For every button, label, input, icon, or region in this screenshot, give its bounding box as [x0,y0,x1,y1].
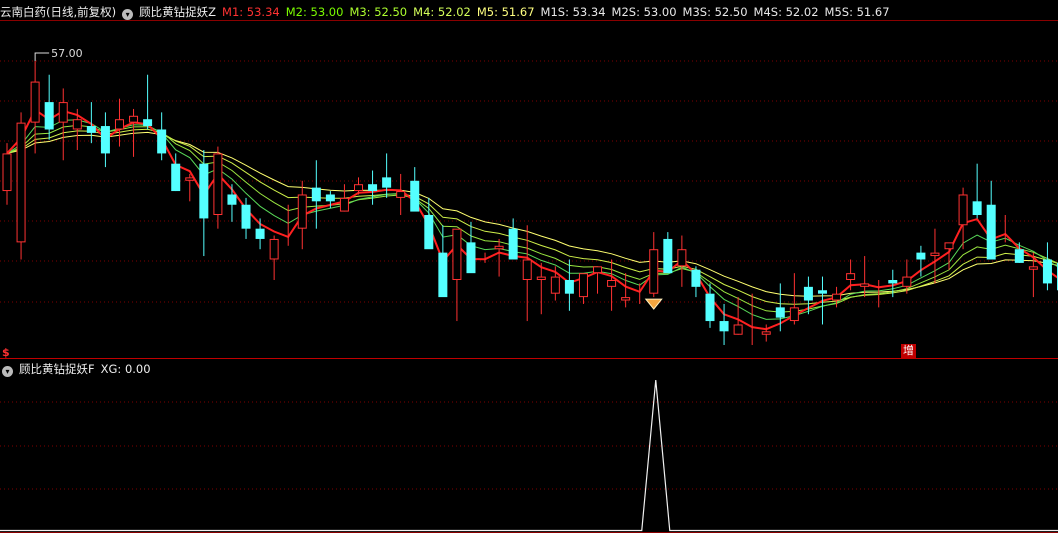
candle-body [241,204,251,229]
candle-body [213,153,223,215]
candle-body [536,276,546,281]
candle-body [86,126,96,133]
candle-body [705,293,715,322]
candle-body [1042,259,1052,284]
candle-body [114,119,124,130]
candle-body [424,215,434,250]
candle-body [621,297,631,301]
candle-body [1028,266,1038,270]
high-label: 57.00 [51,47,82,60]
candle-body [832,293,842,301]
candle-body [522,259,532,281]
candle-body [452,228,462,280]
candle-body [761,331,771,335]
candle-body [944,242,954,250]
candle-body [143,119,153,127]
candle-body [593,266,603,274]
candle-body [325,194,335,202]
candle-body [1014,249,1024,263]
candle-body [297,194,307,229]
ema-line-13 [6,128,1058,305]
ema-line-18 [6,131,1058,297]
candle-body [719,321,729,332]
candle-body [803,286,813,301]
candle-body [916,252,926,260]
candle-body [902,276,912,287]
candle-body [339,197,349,212]
candle-body [227,194,237,205]
candle-body [846,273,856,281]
candle-body [733,324,743,335]
candle-body [157,129,167,154]
candle-body [972,201,982,215]
candle-body [817,290,827,294]
candle-body [44,102,54,130]
candle-body [129,115,139,123]
candle-body [199,163,209,219]
candle-body [354,184,363,192]
candle-body [649,249,659,294]
candle-body [564,280,574,294]
candle-body [691,269,701,287]
candle-body [494,245,504,250]
candle-body [578,273,588,298]
candle-body [58,102,68,123]
candle-body [888,280,898,284]
kline-chart[interactable]: 57.0049.00 [0,0,1058,533]
candle-body [550,276,560,294]
candle-body [775,307,785,318]
candle-body [958,194,968,226]
candle-body [860,283,870,287]
candle-body [255,228,265,239]
candle-body [789,307,799,322]
candle-body [185,177,195,181]
diamond-mark [644,298,663,310]
candle-body [508,228,518,260]
candle-body [466,242,476,274]
high-pointer [34,52,50,62]
candle-body [986,204,996,260]
candle-body [438,252,448,298]
candle-body [269,238,279,260]
candle-body [382,177,392,188]
ema-line-9 [6,124,1058,313]
candle-body [368,184,378,192]
candle-body [171,163,181,192]
xg-line [0,379,1058,532]
candle-body [2,153,12,192]
candle-body [607,280,617,287]
candle-body [72,119,82,130]
candle-body [100,126,110,154]
candle-body [311,187,321,202]
candle-body [663,238,673,274]
candle-body [396,191,406,198]
candle-body [30,81,40,123]
candle-body [410,180,420,212]
candle-body [16,122,26,243]
candle-body [930,252,940,257]
candle-body [677,249,687,267]
